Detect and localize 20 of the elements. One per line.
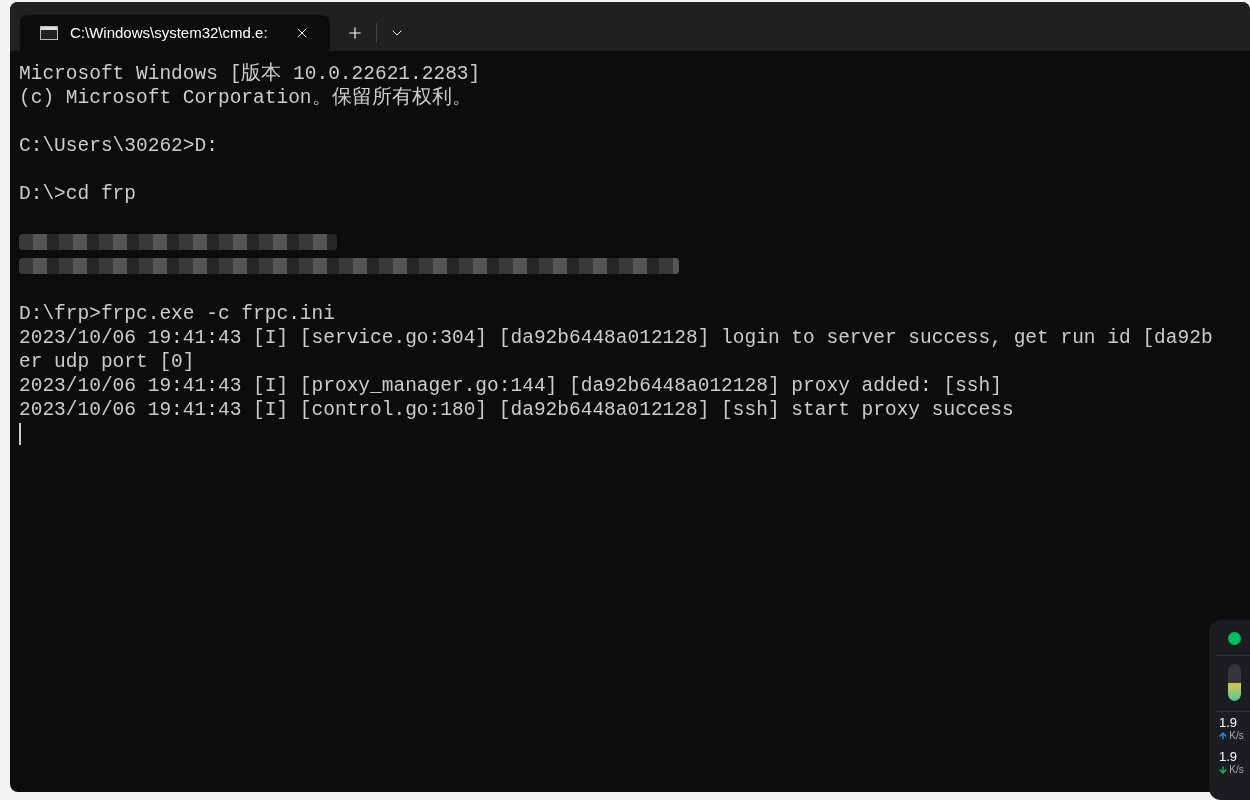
text-cursor: [19, 423, 21, 445]
terminal-line: D:\frp>frpc.exe -c frpc.ini: [19, 302, 335, 326]
upload-unit: K/s: [1229, 730, 1244, 742]
tab[interactable]: C:\Windows\system32\cmd.e:: [20, 15, 330, 51]
terminal-line: Microsoft Windows [版本 10.0.22621.2283]: [19, 62, 481, 86]
new-tab-icon[interactable]: [346, 24, 364, 42]
terminal-line: (c) Microsoft Corporation。保留所有权利。: [19, 86, 472, 110]
terminal-line: 2023/10/06 19:41:43 [I] [control.go:180] [da92b6448a012128] [ssh] start proxy success: [19, 398, 1014, 422]
download-unit: K/s: [1229, 764, 1244, 776]
download-arrow-icon: [1218, 765, 1229, 775]
download-speed: 1.9: [1218, 750, 1238, 764]
upload-arrow-icon: [1218, 731, 1229, 741]
upload-speed: 1.9: [1218, 716, 1238, 730]
terminal-line: 2023/10/06 19:41:43 [I] [proxy_manager.go:144] [da92b6448a012128] proxy added: [ssh]: [19, 374, 1002, 398]
terminal-line: C:\Users\30262>D:: [19, 134, 218, 158]
terminal-line: er udp port [0]: [19, 350, 195, 374]
terminal-icon: [40, 26, 58, 40]
tab-title: C:\Windows\system32\cmd.e:: [70, 22, 269, 43]
terminal-line: D:\>cd frp: [19, 182, 137, 206]
terminal-line: 2023/10/06 19:41:43 [I] [service.go:304] [da92b6448a012128] login to server success, get run id [da92b: [19, 326, 1213, 350]
